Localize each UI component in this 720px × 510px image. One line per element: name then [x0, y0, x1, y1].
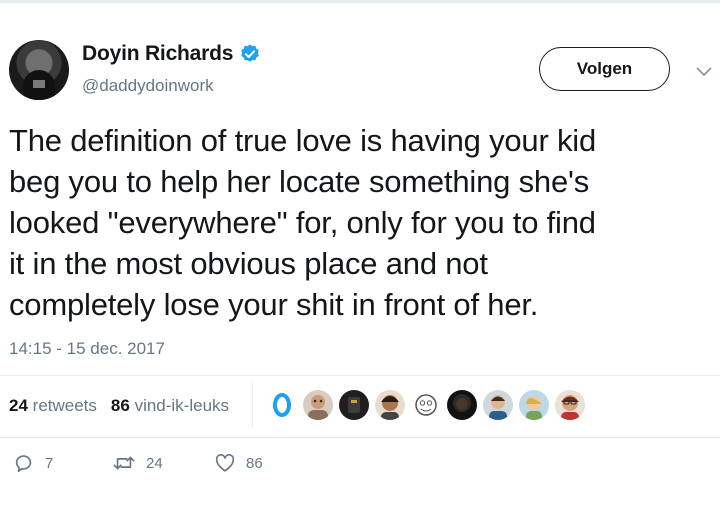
- author-handle[interactable]: @daddydoinwork: [82, 76, 214, 96]
- liker-avatar[interactable]: [483, 390, 513, 420]
- author-name[interactable]: Doyin Richards: [82, 42, 233, 66]
- liker-avatar[interactable]: [411, 390, 441, 420]
- engagement-stats: 24 retweets 86 vind-ik-leuks: [9, 396, 229, 416]
- liker-avatar[interactable]: [555, 390, 585, 420]
- likes-stat[interactable]: 86 vind-ik-leuks: [111, 396, 229, 415]
- chevron-down-icon[interactable]: [696, 64, 712, 82]
- reply-count: 7: [45, 454, 54, 472]
- liker-avatar[interactable]: [339, 390, 369, 420]
- top-border: [0, 0, 720, 3]
- verified-badge-icon: [239, 43, 261, 65]
- like-action[interactable]: 86: [214, 452, 263, 474]
- tweet-timestamp[interactable]: 14:15 - 15 dec. 2017: [9, 339, 165, 359]
- tweet-text-line: looked "everywhere" for, only for you to…: [9, 205, 596, 240]
- tweet-text: The definition of true love is having yo…: [9, 120, 709, 325]
- retweets-stat[interactable]: 24 retweets: [9, 396, 97, 415]
- retweet-icon: [112, 452, 136, 474]
- avatar-shirt-print: [33, 80, 45, 88]
- tweet-text-line: The definition of true love is having yo…: [9, 123, 597, 158]
- reply-icon: [13, 452, 35, 474]
- retweets-label: retweets: [32, 396, 97, 415]
- likes-count: 86: [110, 396, 130, 415]
- follow-button[interactable]: Volgen: [539, 47, 670, 91]
- likes-label: vind-ik-leuks: [134, 396, 230, 415]
- tweet-text-line: it in the most obvious place and not: [9, 246, 488, 281]
- retweets-count: 24: [9, 396, 28, 415]
- stats-separator: [252, 383, 253, 427]
- divider: [0, 437, 720, 438]
- heart-icon: [214, 452, 236, 474]
- tweet-text-line: beg you to help her locate something she…: [9, 164, 590, 199]
- tweet-text-line: completely lose your shit in front of he…: [9, 287, 539, 322]
- liker-avatars: [267, 390, 585, 420]
- like-count: 86: [246, 454, 263, 472]
- liker-avatar[interactable]: [375, 390, 405, 420]
- divider: [0, 375, 720, 376]
- tweet-actions: 7 24 86: [0, 452, 720, 478]
- retweet-action[interactable]: 24: [112, 452, 163, 474]
- liker-avatar[interactable]: [447, 390, 477, 420]
- liker-avatar[interactable]: [267, 390, 297, 420]
- author-name-row: Doyin Richards: [82, 42, 261, 66]
- liker-avatar[interactable]: [519, 390, 549, 420]
- reply-action[interactable]: 7: [13, 452, 53, 474]
- retweet-count: 24: [146, 454, 163, 472]
- liker-avatar[interactable]: [303, 390, 333, 420]
- avatar[interactable]: [9, 40, 69, 100]
